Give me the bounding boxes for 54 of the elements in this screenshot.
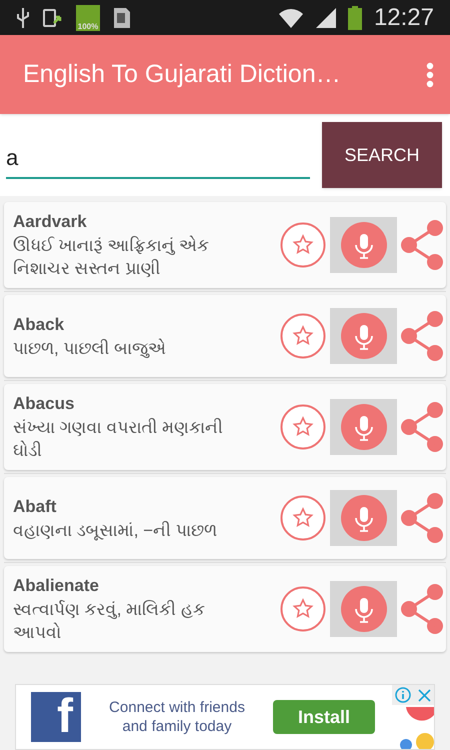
ad-choices-button[interactable] (392, 685, 434, 705)
app-logo: f (31, 692, 81, 742)
favorite-star-button[interactable] (280, 495, 326, 541)
microphone-icon (340, 495, 386, 541)
battery-label: 100% (78, 22, 98, 30)
app-title: English To Gujarati Diction… (23, 58, 342, 90)
microphone-icon (340, 313, 386, 359)
wifi-icon (278, 6, 304, 28)
search-field[interactable]: a (6, 139, 310, 179)
sd-card-icon (112, 6, 132, 30)
ad-banner[interactable]: f Connect with friends and family today Install (15, 684, 435, 750)
phone-sync-icon (42, 6, 64, 28)
signal-icon (316, 8, 336, 28)
result-card[interactable]: Aback પાછળ, પાછલી બાજુએ (4, 295, 446, 377)
favorite-star-button[interactable] (280, 313, 326, 359)
share-icon[interactable] (401, 493, 445, 543)
result-card[interactable]: Abalienate સ્વત્વાર્પણ કરવું, માલિકી હક આપવો (4, 566, 446, 652)
english-word: Aback (13, 314, 66, 336)
gujarati-meaning: સંખ્યા ગણવા વપરાતી મણકાની ઘોડી (13, 417, 224, 462)
favorite-star-button[interactable] (280, 404, 326, 450)
result-card[interactable]: Aardvark ઊધઈ ખાનારૂં આફ્રિકાનું એક નિશાચર સસ્તન પ્રાણી (4, 202, 446, 288)
microphone-icon (340, 222, 386, 268)
usb-icon (16, 6, 30, 28)
english-word: Abalienate (13, 575, 100, 597)
english-word: Abacus (13, 393, 76, 415)
ad-picture-drawing (400, 707, 434, 749)
english-word: Aardvark (13, 211, 88, 233)
battery-full-icon (348, 6, 362, 30)
share-icon[interactable] (401, 584, 445, 634)
microphone-icon (340, 404, 386, 450)
result-card[interactable]: Abaft વહાણના ડબૂસામાં, −ની પાછળ (4, 477, 446, 559)
microphone-icon (340, 586, 386, 632)
favorite-star-button[interactable] (280, 222, 326, 268)
gujarati-meaning: સ્વત્વાર્પણ કરવું, માલિકી હક આપવો (13, 599, 206, 644)
ad-text: Connect with friends and family today (108, 698, 246, 736)
info-icon (395, 687, 412, 703)
pronounce-button[interactable] (330, 217, 397, 273)
share-icon[interactable] (401, 220, 445, 270)
search-button[interactable]: SEARCH (322, 122, 442, 188)
pronounce-button[interactable] (330, 308, 397, 364)
english-word: Abaft (13, 496, 58, 518)
pronounce-button[interactable] (330, 490, 397, 546)
clock-time: 12:27 (374, 2, 434, 32)
pronounce-button[interactable] (330, 399, 397, 455)
gujarati-meaning: પાછળ, પાછલી બાજુએ (13, 338, 168, 360)
pronounce-button[interactable] (330, 581, 397, 637)
gujarati-meaning: વહાણના ડબૂસામાં, −ની પાછળ (13, 520, 218, 542)
overflow-menu-icon[interactable] (426, 62, 434, 88)
favorite-star-button[interactable] (280, 586, 326, 632)
share-icon[interactable] (401, 311, 445, 361)
share-icon[interactable] (401, 402, 445, 452)
gujarati-meaning: ઊધઈ ખાનારૂં આફ્રિકાનું એક નિશાચર સસ્તન પ્રાણી (13, 234, 210, 280)
result-card[interactable]: Abacus સંખ્યા ગણવા વપરાતી મણકાની ઘોડી (4, 384, 446, 470)
close-icon (418, 688, 431, 702)
